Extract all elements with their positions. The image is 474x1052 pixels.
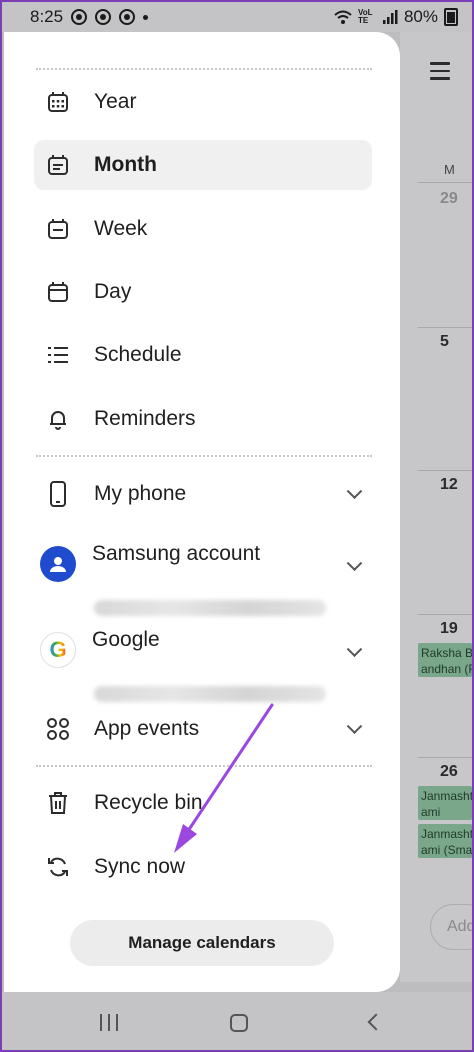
- list-icon: [44, 341, 72, 369]
- drawer-item-label: App events: [94, 717, 200, 740]
- chevron-down-icon[interactable]: [346, 718, 363, 735]
- weekday-header: M: [444, 162, 455, 177]
- notification-dot-icon: [143, 14, 149, 20]
- drawer-item-label: Month: [94, 153, 157, 176]
- whatsapp-icon: [71, 9, 88, 25]
- google-icon: G: [40, 632, 76, 668]
- drawer-item-my-phone[interactable]: My phone: [34, 469, 372, 519]
- app-grid-icon: [44, 715, 72, 743]
- drawer-item-label: Recycle bin: [94, 791, 203, 814]
- navigation-drawer: Year Month Week Day Schedule Reminders M…: [4, 32, 400, 992]
- system-nav-bar: [2, 992, 472, 1050]
- divider: [36, 455, 372, 457]
- calendar-event[interactable]: Janmasht ami (Sma: [418, 824, 472, 858]
- sync-icon: [44, 853, 72, 881]
- screen: 8:25 VoLTE 80% M 29 5 12 19 Raksha B and…: [2, 2, 472, 1050]
- phone-icon: [44, 480, 72, 508]
- calendar-day-icon: [44, 278, 72, 306]
- status-bar: 8:25 VoLTE 80%: [2, 2, 472, 32]
- drawer-item-label: Week: [94, 217, 148, 240]
- battery-icon: [444, 8, 458, 26]
- divider: [36, 765, 372, 767]
- drawer-item-google[interactable]: G Google: [34, 628, 372, 680]
- calendar-event[interactable]: Raksha B andhan (F: [418, 643, 472, 677]
- viber-icon: [119, 9, 136, 25]
- samsung-account-icon: [40, 546, 76, 582]
- volte-icon: VoLTE: [357, 8, 373, 25]
- google-glyph: G: [49, 637, 67, 662]
- battery-percent: 80%: [403, 7, 438, 26]
- calendar-date[interactable]: 12: [440, 476, 458, 494]
- calendar-date[interactable]: 29: [440, 190, 458, 208]
- drawer-item-schedule[interactable]: Schedule: [34, 330, 372, 380]
- calendar-grid-icon: [44, 88, 72, 116]
- calendar-date[interactable]: 19: [440, 620, 458, 638]
- calendar-event[interactable]: Janmasht ami: [418, 786, 472, 820]
- back-icon[interactable]: [367, 1013, 385, 1031]
- menu-icon[interactable]: [430, 62, 450, 80]
- trash-icon: [44, 789, 72, 817]
- calendar-date[interactable]: 26: [440, 763, 458, 781]
- drawer-item-label: Reminders: [94, 407, 196, 430]
- drawer-item-year[interactable]: Year: [34, 77, 372, 127]
- drawer-item-label: Day: [94, 280, 132, 303]
- drawer-item-label: Year: [94, 90, 137, 113]
- drawer-item-label: My phone: [94, 482, 187, 505]
- drawer-item-label: Samsung account: [92, 542, 261, 565]
- drawer-item-label: Sync now: [94, 855, 186, 878]
- drawer-item-sync-now[interactable]: Sync now: [34, 842, 372, 892]
- drawer-item-week[interactable]: Week: [34, 204, 372, 254]
- drawer-item-recycle-bin[interactable]: Recycle bin: [34, 778, 372, 828]
- redacted-account-email: [94, 600, 326, 616]
- bell-icon: [44, 405, 72, 433]
- wifi-icon: [334, 10, 352, 24]
- calendar-date[interactable]: 5: [440, 333, 449, 351]
- month-calendar-background: M 29 5 12 19 Raksha B andhan (F 26 Janma…: [400, 32, 472, 982]
- home-icon[interactable]: [230, 1014, 248, 1032]
- chevron-down-icon[interactable]: [346, 555, 363, 572]
- add-event-button[interactable]: Add: [430, 904, 472, 950]
- signal-icon: [382, 10, 398, 24]
- chevron-down-icon[interactable]: [346, 483, 363, 500]
- status-time: 8:25: [30, 7, 64, 26]
- drawer-item-label: Google: [92, 628, 160, 651]
- whatsapp-business-icon: [95, 9, 112, 25]
- recent-apps-icon[interactable]: [100, 1014, 118, 1031]
- calendar-week-icon: [44, 215, 72, 243]
- drawer-item-samsung-account[interactable]: Samsung account: [34, 542, 372, 594]
- calendar-month-icon: [44, 151, 72, 179]
- drawer-item-app-events[interactable]: App events: [34, 704, 372, 754]
- manage-calendars-button[interactable]: Manage calendars: [70, 920, 334, 966]
- chevron-down-icon[interactable]: [346, 641, 363, 658]
- drawer-item-reminders[interactable]: Reminders: [34, 394, 372, 444]
- redacted-account-email: [94, 686, 326, 702]
- drawer-item-month[interactable]: Month: [34, 140, 372, 190]
- drawer-item-label: Schedule: [94, 343, 182, 366]
- divider: [36, 68, 372, 70]
- drawer-item-day[interactable]: Day: [34, 267, 372, 317]
